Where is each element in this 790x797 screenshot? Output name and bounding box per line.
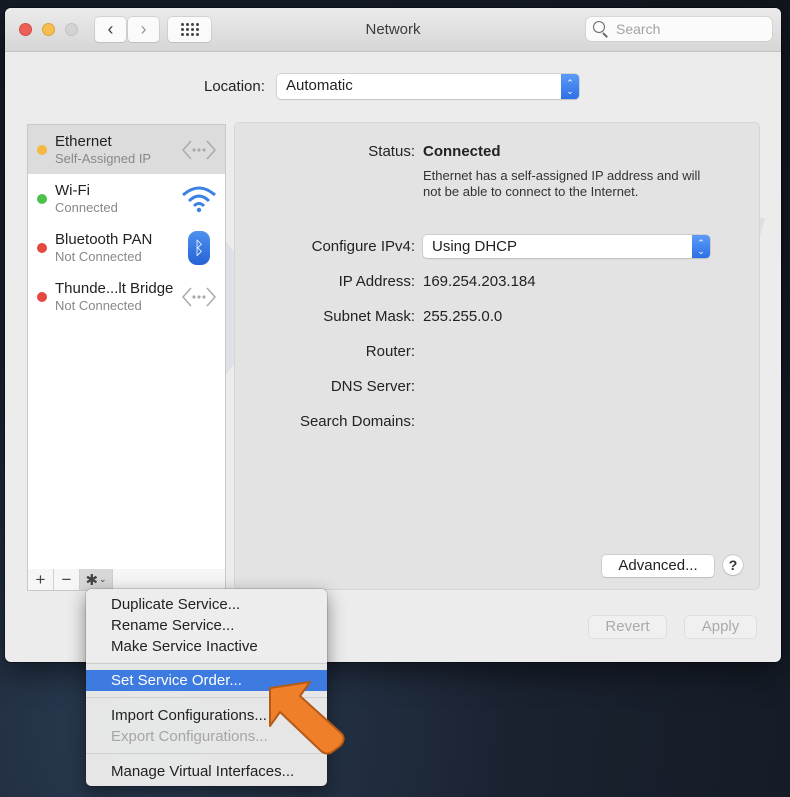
popup-stepper-icon: ⌃ ⌄ bbox=[561, 74, 579, 99]
service-details-panel: Status: Connected Ethernet has a self-as… bbox=[234, 122, 760, 590]
gear-icon: ✱ bbox=[85, 571, 99, 589]
ethernet-icon bbox=[180, 281, 218, 313]
service-status: Self-Assigned IP bbox=[55, 151, 152, 166]
service-name: Wi-Fi bbox=[55, 182, 90, 199]
subnet-mask-value: 255.255.0.0 bbox=[423, 308, 503, 325]
service-item-ethernet[interactable]: Ethernet Self-Assigned IP bbox=[28, 125, 225, 174]
network-preferences-window: ‹ › Network Location: Automatic ⌃⌄ PC ri… bbox=[5, 8, 781, 662]
subnet-mask-label: Subnet Mask: bbox=[323, 308, 415, 325]
configure-ipv4-value: Using DHCP bbox=[432, 238, 518, 255]
remove-service-button[interactable]: − bbox=[54, 569, 80, 590]
search-domains-label: Search Domains: bbox=[299, 413, 415, 430]
ip-address-label: IP Address: bbox=[338, 273, 415, 290]
popup-stepper-icon: ⌃ ⌄ bbox=[692, 235, 710, 258]
add-service-button[interactable]: + bbox=[28, 569, 54, 590]
advanced-button[interactable]: Advanced... bbox=[602, 555, 714, 577]
service-status: Not Connected bbox=[55, 249, 142, 264]
wifi-icon bbox=[180, 183, 218, 215]
menu-separator bbox=[86, 663, 327, 664]
chevron-down-icon: ⌄ bbox=[99, 574, 107, 584]
search-icon bbox=[592, 20, 610, 38]
service-name: Bluetooth PAN bbox=[55, 231, 153, 248]
status-dot-green bbox=[37, 194, 47, 204]
service-status: Connected bbox=[55, 200, 118, 215]
help-button[interactable]: ? bbox=[723, 555, 743, 575]
service-status: Not Connected bbox=[55, 298, 142, 313]
service-name: Ethernet bbox=[55, 133, 112, 150]
bluetooth-icon: ᛒ bbox=[180, 231, 218, 265]
menu-item-rename-service[interactable]: Rename Service... bbox=[86, 615, 327, 636]
status-dot-red bbox=[37, 243, 47, 253]
ip-address-value: 169.254.203.184 bbox=[423, 273, 536, 290]
location-popup[interactable]: Automatic ⌃ ⌄ bbox=[277, 74, 579, 99]
service-item-wifi[interactable]: Wi-Fi Connected bbox=[28, 174, 225, 223]
menu-item-make-service-inactive[interactable]: Make Service Inactive bbox=[86, 636, 327, 657]
router-label: Router: bbox=[365, 343, 415, 360]
dns-server-label: DNS Server: bbox=[330, 378, 415, 395]
apply-button[interactable]: Apply bbox=[685, 616, 756, 638]
revert-button[interactable]: Revert bbox=[589, 616, 666, 638]
service-list[interactable]: Ethernet Self-Assigned IP Wi-Fi Connecte… bbox=[27, 124, 226, 571]
ethernet-icon bbox=[180, 134, 218, 166]
service-item-bluetooth-pan[interactable]: Bluetooth PAN Not Connected ᛒ bbox=[28, 223, 225, 272]
action-menu-button[interactable]: ✱ ⌄ bbox=[80, 569, 113, 590]
search-input[interactable] bbox=[614, 20, 768, 38]
service-item-thunderbolt-bridge[interactable]: Thunde...lt Bridge Not Connected bbox=[28, 272, 225, 321]
status-value: Connected bbox=[423, 143, 501, 160]
search-field[interactable] bbox=[586, 17, 772, 41]
status-dot-red bbox=[37, 292, 47, 302]
annotation-arrow-icon bbox=[269, 681, 345, 755]
location-label: Location: bbox=[204, 78, 265, 95]
status-label: Status: bbox=[368, 143, 415, 160]
configure-ipv4-popup[interactable]: Using DHCP ⌃ ⌄ bbox=[423, 235, 710, 258]
status-dot-yellow bbox=[37, 145, 47, 155]
menu-item-manage-virtual-interfaces[interactable]: Manage Virtual Interfaces... bbox=[86, 761, 327, 782]
location-value: Automatic bbox=[286, 77, 353, 94]
menu-item-duplicate-service[interactable]: Duplicate Service... bbox=[86, 594, 327, 615]
title-bar: ‹ › Network bbox=[5, 8, 781, 52]
configure-ipv4-label: Configure IPv4: bbox=[311, 238, 415, 255]
service-list-toolbar: + − ✱ ⌄ bbox=[27, 569, 226, 591]
service-name: Thunde...lt Bridge bbox=[55, 280, 174, 297]
status-note: Ethernet has a self-assigned IP address … bbox=[423, 168, 701, 199]
